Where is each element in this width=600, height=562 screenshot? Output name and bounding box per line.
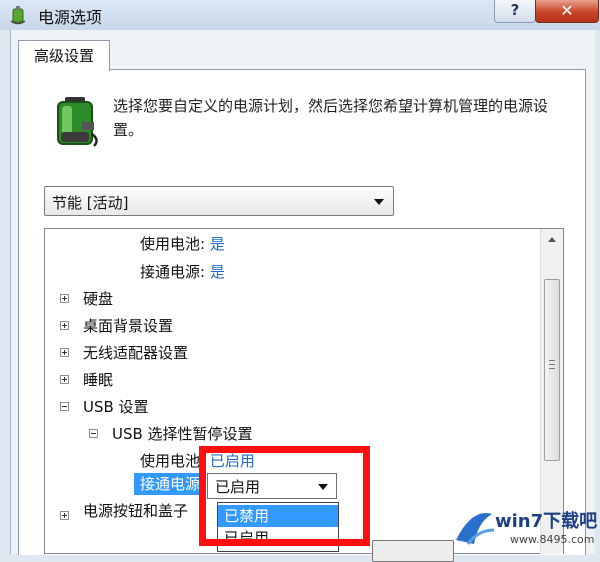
expand-plus-icon[interactable] — [60, 511, 69, 520]
tree-item-plugged-in[interactable]: 接通电源: 是 — [140, 262, 225, 282]
close-button[interactable]: ✕ — [535, 0, 599, 23]
annotation-highlight-box — [199, 446, 370, 546]
expand-plus-icon[interactable] — [60, 321, 69, 330]
power-plan-select[interactable]: 节能 [活动] — [44, 186, 394, 216]
tree-item-sleep[interactable]: 睡眠 — [83, 370, 113, 390]
scroll-thumb[interactable] — [544, 279, 560, 461]
help-button[interactable]: ? — [494, 0, 536, 23]
tree-item-usb-selective-suspend[interactable]: USB 选择性暂停设置 — [112, 424, 253, 444]
on-battery-label: 使用电池: — [140, 235, 206, 253]
collapse-minus-icon[interactable] — [60, 402, 69, 411]
chevron-down-icon — [374, 199, 384, 205]
plugged-in-value: 是 — [209, 263, 225, 281]
expand-plus-icon[interactable] — [60, 294, 69, 303]
tree-item-power-buttons[interactable]: 电源按钮和盖子 — [83, 501, 208, 521]
tree-item-on-battery[interactable]: 使用电池: 是 — [140, 234, 225, 254]
title-bar: 电源选项 ? ✕ — [0, 0, 600, 30]
collapse-minus-icon[interactable] — [89, 429, 98, 438]
grip-line — [549, 368, 555, 369]
scroll-up-icon[interactable] — [548, 237, 556, 242]
restore-defaults-button[interactable] — [372, 540, 454, 562]
watermark-brand: win7下载吧 — [495, 511, 598, 532]
plugged-in-label: 接通电源: — [140, 263, 206, 281]
on-battery-value: 是 — [209, 235, 225, 253]
grip-line — [549, 364, 555, 365]
battery-plug-icon — [57, 97, 98, 147]
expand-plus-icon[interactable] — [60, 348, 69, 357]
tree-item-wireless-adapter[interactable]: 无线适配器设置 — [83, 343, 188, 363]
grip-line — [549, 360, 555, 361]
watermark-url: www.8495.com — [510, 533, 595, 546]
usb-on-battery-label: 使用电池: — [140, 452, 206, 470]
tab-advanced-settings[interactable]: 高级设置 — [18, 40, 110, 71]
power-options-icon — [10, 6, 26, 25]
power-plan-value: 节能 [活动] — [52, 194, 129, 212]
description-text: 选择您要自定义的电源计划，然后选择您希望计算机管理的电源设置。 — [113, 97, 549, 139]
window-title: 电源选项 — [38, 8, 103, 27]
tree-item-desktop-background[interactable]: 桌面背景设置 — [83, 316, 173, 336]
usb-plugged-in-label[interactable]: 接通电源: — [140, 474, 205, 494]
tree-item-hard-disk[interactable]: 硬盘 — [83, 289, 113, 309]
expand-plus-icon[interactable] — [60, 375, 69, 384]
tree-item-usb-settings[interactable]: USB 设置 — [83, 397, 149, 417]
